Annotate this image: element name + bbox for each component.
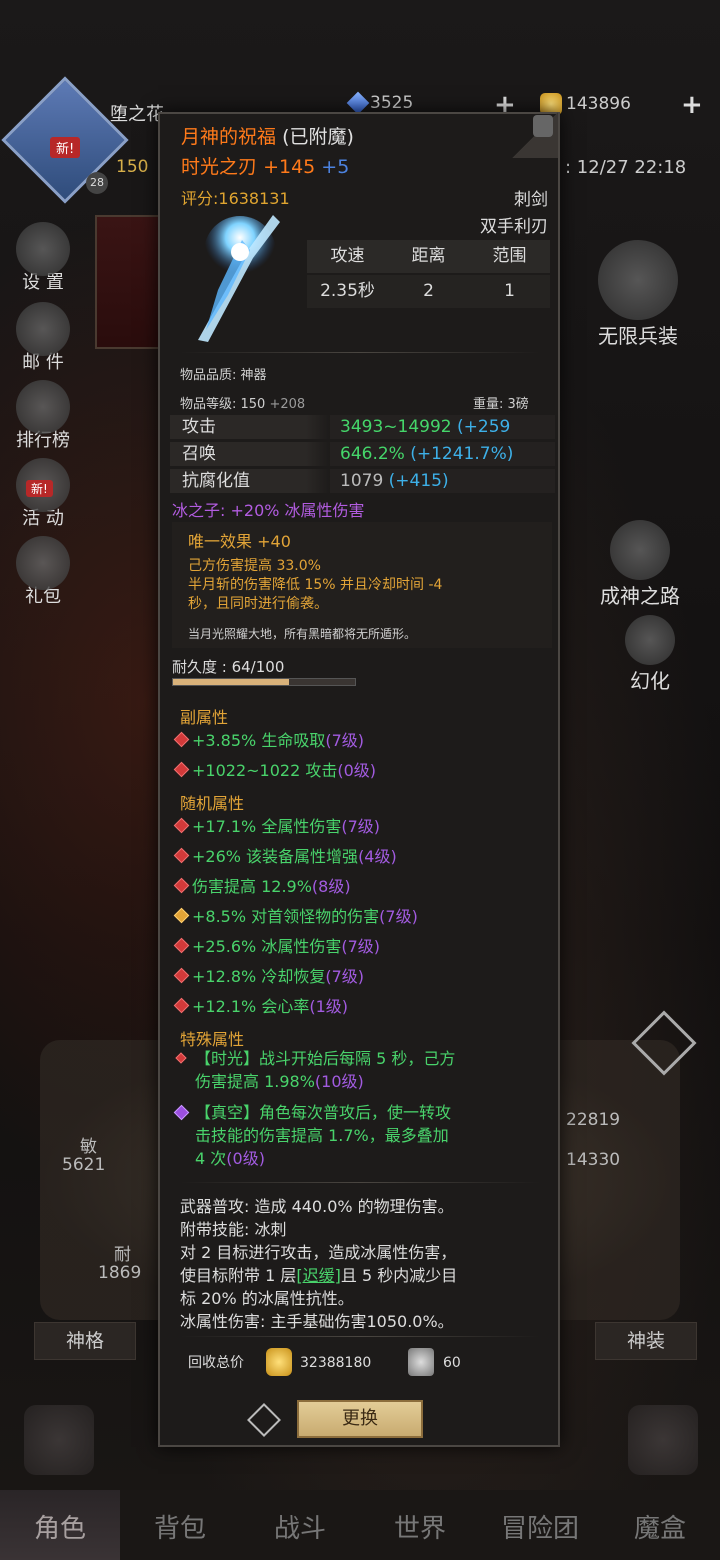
menu-ranking[interactable]: 排行榜: [8, 380, 78, 452]
slow-effect-link[interactable]: [迟缓]: [296, 1266, 341, 1285]
red-gem-icon: [173, 817, 190, 834]
nav-character[interactable]: 角色: [0, 1508, 120, 1545]
sub-attributes-title: 副属性: [180, 708, 229, 727]
unique-effect-desc: 己方伤害提高 33.0% 半月斩的伤害降低 15% 并且冷却时间 -4 秒，且同…: [188, 558, 443, 612]
avatar-new-badge: 新!: [50, 137, 81, 158]
weapon-skill-description: 武器普攻: 造成 440.0% 的物理伤害。 附带技能: 冰刺 对 2 目标进行…: [180, 1197, 458, 1331]
divine-grid-button[interactable]: 神格: [34, 1322, 136, 1360]
red-gem-icon: [173, 877, 190, 894]
gold-gem-icon: [173, 907, 190, 924]
gear-icon: [16, 222, 70, 276]
mail-icon: [16, 302, 70, 356]
recycle-gold-value: 32388180: [300, 1355, 372, 1371]
power-value: 150: [116, 157, 149, 177]
attr-row: 攻击 3493~14992 (+259: [170, 415, 555, 439]
attack-speed-table: 攻速 距离 范围 2.35秒 2 1: [307, 240, 550, 308]
red-gem-icon: [173, 761, 190, 778]
item-subname: 时光之刃 +145 +5: [181, 156, 350, 178]
nav-battle[interactable]: 战斗: [240, 1508, 360, 1545]
lock-icon[interactable]: [533, 115, 553, 137]
gold-coin-icon: [266, 1348, 292, 1376]
agility-label: 敏: [80, 1137, 97, 1157]
nav-magic-box[interactable]: 魔盒: [600, 1508, 720, 1545]
stat-value-right-1: 22819: [566, 1110, 621, 1130]
add-gold-button[interactable]: +: [681, 90, 703, 120]
change-button[interactable]: 更换: [297, 1400, 423, 1438]
item-score: 评分:1638131: [181, 189, 290, 208]
endurance-label: 耐: [114, 1245, 131, 1265]
random-stat-line: +8.5% 对首领怪物的伤害(7级): [172, 903, 418, 927]
special-attr-time: 【时光】战斗开始后每隔 5 秒，己方 伤害提高 1.98%(10级): [195, 1049, 456, 1091]
divine-gear-button[interactable]: 神装: [595, 1322, 697, 1360]
sub-stat-line: +1022~1022 攻击(0级): [172, 757, 376, 781]
magic-box-icon: [628, 1405, 698, 1475]
transmog-icon: [625, 615, 675, 665]
random-stat-line: +25.6% 冰属性伤害(7级): [172, 933, 380, 957]
random-attributes-title: 随机属性: [180, 794, 245, 813]
item-quality: 物品品质: 神器: [180, 368, 267, 383]
infinite-arms-icon: [598, 240, 678, 320]
item-weight: 重量: 3磅: [473, 397, 529, 412]
menu-gift[interactable]: 礼包: [8, 536, 78, 608]
random-stat-line: +26% 该装备属性增强(4级): [172, 843, 397, 867]
nav-adventure-group[interactable]: 冒险团: [480, 1508, 600, 1545]
menu-transmog[interactable]: 幻化: [625, 615, 675, 694]
nav-world[interactable]: 世界: [360, 1508, 480, 1545]
random-stat-line: +17.1% 全属性伤害(7级): [172, 813, 380, 837]
random-stat-line: +12.8% 冷却恢复(7级): [172, 963, 364, 987]
hand-type: 双手利刃: [480, 217, 548, 237]
ranking-icon: [16, 380, 70, 434]
endurance-value: 1869: [98, 1263, 142, 1283]
durability-label: 耐久度 : 64/100: [172, 658, 285, 676]
item-name: 月神的祝福 (已附魔): [181, 126, 354, 148]
recycle-label: 回收总价: [188, 1355, 244, 1371]
random-stat-line: 伤害提高 12.9%(8级): [172, 873, 351, 897]
ice-child-bonus: 冰之子: +20% 冰属性伤害: [172, 501, 365, 520]
attr-row: 抗腐化值 1079 (+415): [170, 469, 555, 493]
divider: [180, 1336, 540, 1337]
recycle-scroll-value: 60: [443, 1355, 461, 1371]
menu-infinite-arms[interactable]: 无限兵装: [598, 240, 678, 349]
speed-table-row: 2.35秒 2 1: [307, 275, 550, 308]
server-time: : 12/27 22:18: [565, 157, 687, 178]
durability-fill: [173, 679, 290, 685]
unique-effect-title: 唯一效果 +40: [188, 532, 291, 551]
weapon-ice-blade-icon: [198, 215, 280, 342]
menu-mail[interactable]: 邮 件: [8, 302, 78, 374]
crystal-counter: 3525: [346, 91, 413, 115]
attr-row: 召唤 646.2% (+1241.7%): [170, 442, 555, 466]
scroll-material-icon: [408, 1348, 434, 1376]
stat-value-right-2: 14330: [566, 1150, 621, 1170]
special-attr-vacuum: 【真空】角色每次普攻后，使一转攻 击技能的伤害提高 1.7%，最多叠加 4 次(…: [195, 1103, 452, 1168]
godhood-road-icon: [610, 520, 670, 580]
red-gem-icon: [173, 847, 190, 864]
player-level: 28: [86, 172, 108, 194]
special-gem-icon-2: [172, 1104, 192, 1123]
weapon-type: 刺剑: [514, 190, 548, 210]
speed-table-header: 攻速 距离 范围: [307, 240, 550, 273]
red-gem-icon: [173, 967, 190, 984]
red-gem-icon: [173, 731, 190, 748]
sub-stat-line: +3.85% 生命吸取(7级): [172, 727, 364, 751]
agility-value: 5621: [62, 1155, 106, 1175]
red-gem-icon: [173, 997, 190, 1014]
crystal-icon: [346, 91, 370, 115]
durability-bar: [172, 678, 356, 686]
special-gem-icon-1: [172, 1049, 192, 1068]
event-new-badge: 新!: [26, 480, 53, 497]
divider: [180, 1182, 540, 1183]
nav-backpack[interactable]: 背包: [120, 1508, 240, 1545]
menu-settings[interactable]: 设 置: [8, 222, 78, 294]
red-gem-icon: [173, 937, 190, 954]
item-level: 物品等级: 150 +208: [180, 397, 306, 412]
divider: [180, 352, 540, 353]
character-icon: [24, 1405, 94, 1475]
gift-icon: [16, 536, 70, 590]
flavor-text: 当月光照耀大地，所有黑暗都将无所遁形。: [188, 627, 417, 641]
random-stat-line: +12.1% 会心率(1级): [172, 993, 348, 1017]
menu-godhood-road[interactable]: 成神之路: [600, 520, 680, 609]
menu-event[interactable]: 新! 活 动: [8, 458, 78, 530]
player-name: 堕之花: [110, 104, 164, 125]
